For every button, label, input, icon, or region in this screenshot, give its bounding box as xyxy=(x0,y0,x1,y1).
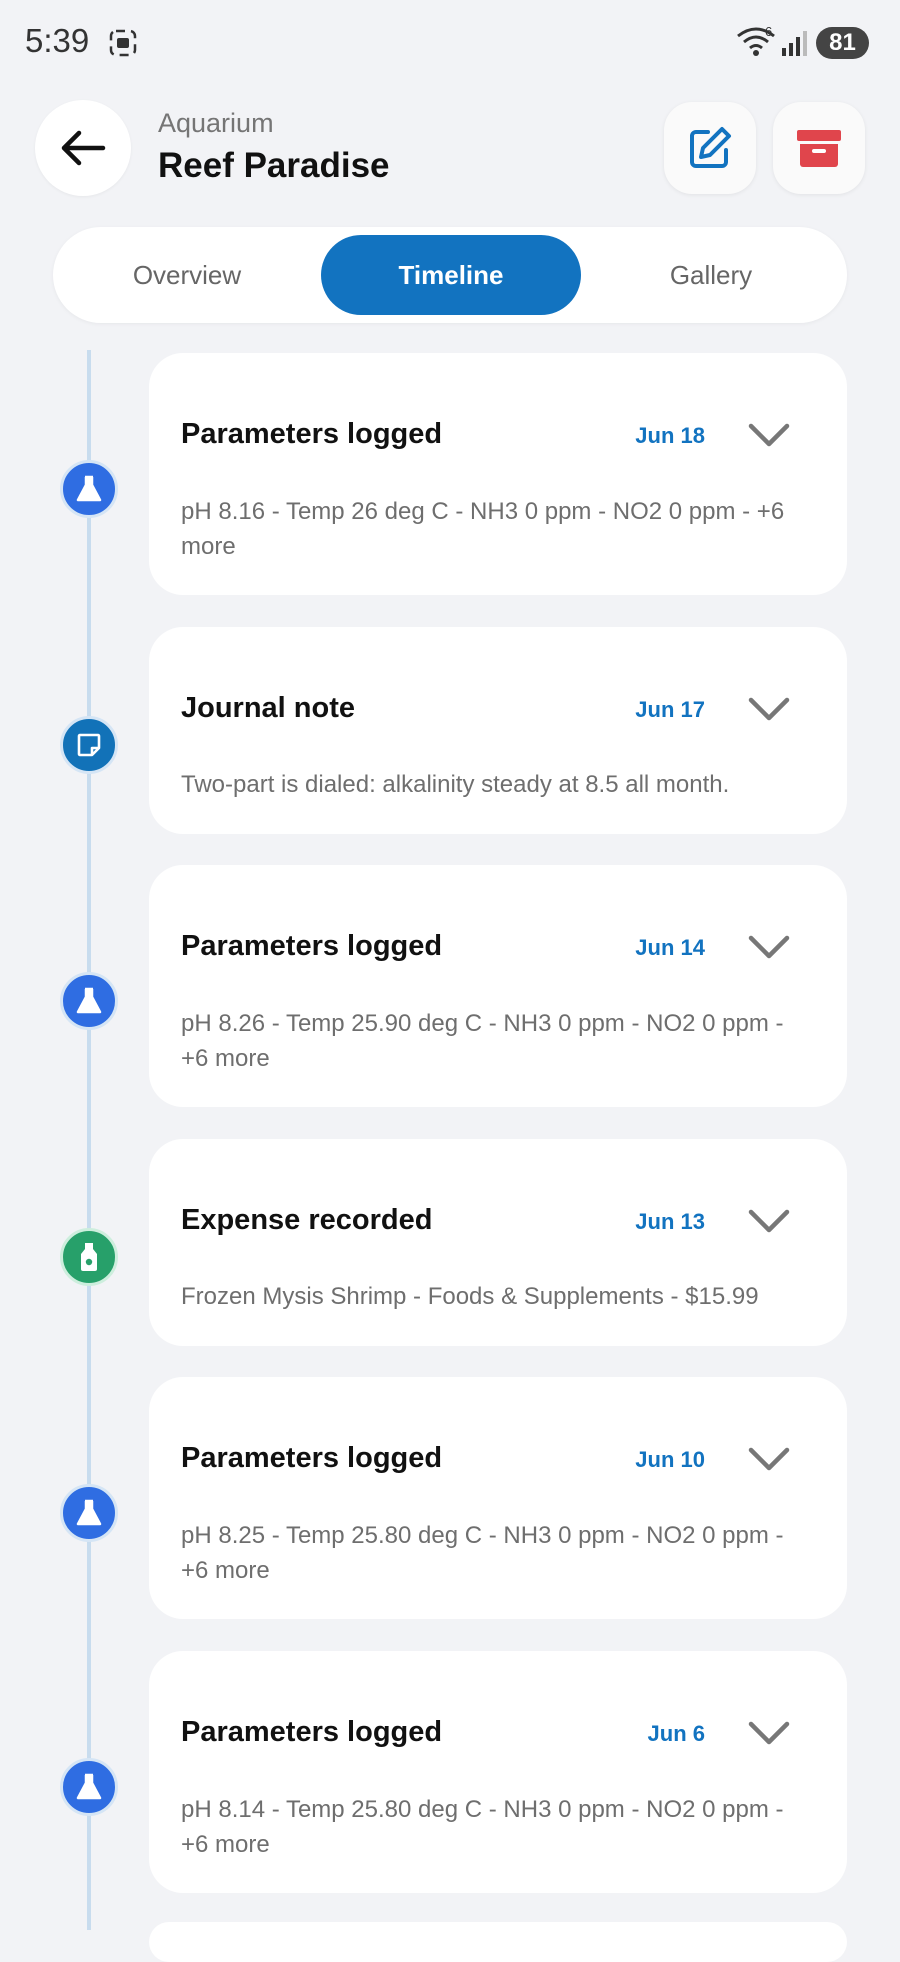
timeline-card-date: Jun 13 xyxy=(635,1209,705,1234)
flask-icon xyxy=(60,972,118,1030)
timeline-card-date: Jun 18 xyxy=(635,423,705,448)
timeline-card-title: Journal note xyxy=(181,692,356,724)
timeline-card-date: Jun 17 xyxy=(635,697,705,722)
arrow-left-icon xyxy=(61,130,106,166)
timeline-card-title: Expense recorded xyxy=(181,1204,433,1236)
edit-icon xyxy=(690,127,731,168)
timeline-card-desc: pH 8.26 - Temp 25.90 deg C - NH3 0 ppm -… xyxy=(181,1010,784,1072)
tab-overview[interactable]: Overview xyxy=(57,235,317,315)
chevron-down-icon[interactable] xyxy=(747,694,791,724)
timeline-card[interactable]: Expense recorded Jun 13 Frozen Mysis Shr… xyxy=(149,1139,847,1346)
flask-icon xyxy=(60,1484,118,1542)
archive-button[interactable] xyxy=(773,102,865,194)
page-kicker: Aquarium xyxy=(158,108,274,138)
timeline-card-desc: pH 8.16 - Temp 26 deg C - NH3 0 ppm - NO… xyxy=(181,498,785,560)
status-bar: 5:39 6 81 xyxy=(0,0,900,90)
tab-timeline[interactable]: Timeline xyxy=(321,235,581,315)
timeline-card[interactable]: Parameters logged Jun 6 pH 8.14 - Temp 2… xyxy=(149,1651,847,1893)
chevron-down-icon[interactable] xyxy=(747,932,791,962)
wifi-badge: 6 xyxy=(765,24,773,39)
timeline-card-date: Jun 6 xyxy=(647,1721,705,1746)
timeline-card[interactable]: Parameters logged Jun 10 pH 8.25 - Temp … xyxy=(149,1377,847,1619)
chevron-down-icon[interactable] xyxy=(747,420,791,450)
bottle-icon xyxy=(60,1228,118,1286)
timeline-card[interactable]: Journal note Jun 17 Two-part is dialed: … xyxy=(149,627,847,834)
timeline-card-desc: pH 8.25 - Temp 25.80 deg C - NH3 0 ppm -… xyxy=(181,1522,784,1584)
timeline-card-title: Parameters logged xyxy=(181,418,443,450)
archive-icon xyxy=(797,130,841,167)
timeline-rail xyxy=(87,350,91,1930)
timeline-card-partial[interactable] xyxy=(149,1922,847,1962)
chevron-down-icon[interactable] xyxy=(747,1718,791,1748)
chevron-down-icon[interactable] xyxy=(747,1206,791,1236)
timeline-card-desc: Frozen Mysis Shrimp - Foods & Supplement… xyxy=(181,1283,759,1310)
timeline-card[interactable]: Parameters logged Jun 14 pH 8.26 - Temp … xyxy=(149,865,847,1107)
flask-icon xyxy=(60,460,118,518)
tab-bar: Overview Timeline Gallery xyxy=(53,227,847,323)
timeline-card[interactable]: Parameters logged Jun 18 pH 8.16 - Temp … xyxy=(149,353,847,595)
timeline-card-title: Parameters logged xyxy=(181,1716,443,1748)
timeline-card-title: Parameters logged xyxy=(181,930,443,962)
timeline-card-date: Jun 14 xyxy=(635,935,705,960)
screenshot-icon xyxy=(109,29,137,57)
timeline-card-date: Jun 10 xyxy=(635,1447,705,1472)
back-button[interactable] xyxy=(35,100,131,196)
timeline-card-desc: Two-part is dialed: alkalinity steady at… xyxy=(181,771,730,798)
chevron-down-icon[interactable] xyxy=(747,1444,791,1474)
note-icon xyxy=(60,716,118,774)
timeline-card-title: Parameters logged xyxy=(181,1442,443,1474)
tab-gallery[interactable]: Gallery xyxy=(581,235,841,315)
timeline-card-desc: pH 8.14 - Temp 25.80 deg C - NH3 0 ppm -… xyxy=(181,1796,784,1858)
flask-icon xyxy=(60,1758,118,1816)
page-title: Reef Paradise xyxy=(158,146,390,185)
edit-button[interactable] xyxy=(664,102,756,194)
battery-indicator: 81 xyxy=(816,27,869,59)
signal-icon xyxy=(782,31,807,56)
status-time: 5:39 xyxy=(25,22,90,59)
